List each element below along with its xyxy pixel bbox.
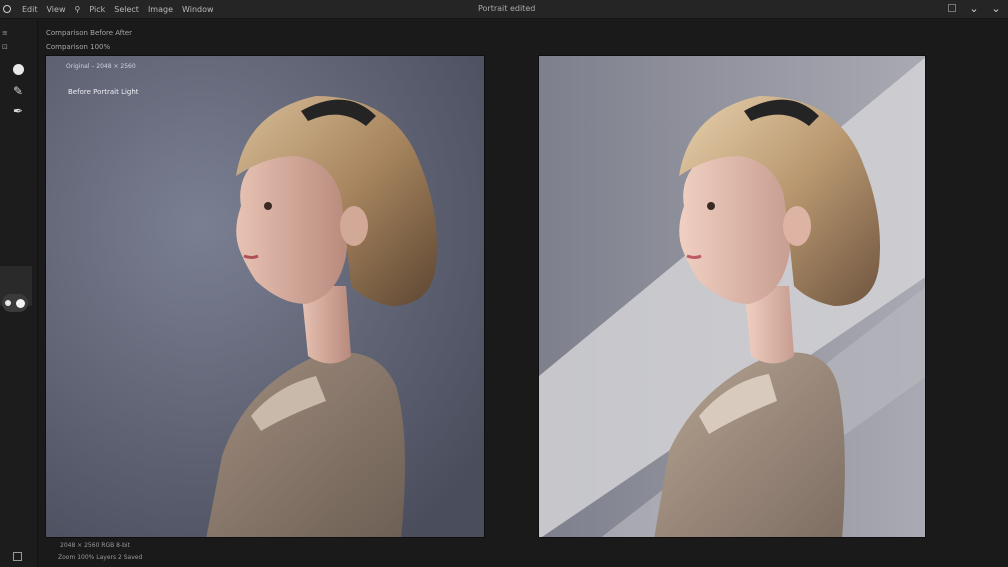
toggle-dot-icon (5, 300, 11, 306)
circle-brush-icon (12, 63, 24, 75)
brush-tool-button[interactable] (5, 60, 31, 78)
portrait-before-image: Original – 2048 × 2560 Before Portrait L… (46, 56, 484, 537)
menu-item-edit[interactable]: Edit (22, 5, 38, 14)
canvas-before[interactable]: Original – 2048 × 2560 Before Portrait L… (45, 55, 485, 538)
pen-icon: ✎ (12, 84, 24, 98)
zoom-label[interactable]: Comparison 100% (46, 43, 110, 51)
toggle-knob-icon (16, 298, 25, 308)
before-overlay-meta: Original – 2048 × 2560 (66, 63, 136, 70)
square-icon[interactable] (946, 1, 958, 15)
mode-toggle[interactable] (2, 294, 28, 312)
app-logo-icon[interactable] (3, 5, 11, 13)
menu-item-window[interactable]: Window (182, 5, 214, 14)
search-icon[interactable]: ⚲ (74, 5, 80, 14)
menu-item-view[interactable]: View (47, 5, 66, 14)
breadcrumb: Comparison Before After (46, 29, 133, 37)
menu-list: Edit View ⚲ Pick Select Image Window (0, 5, 214, 14)
square-icon[interactable] (13, 552, 22, 561)
status-bar: Zoom 100% Layers 2 Saved (58, 554, 143, 561)
portrait-after-image (539, 56, 925, 537)
tool-rail: ≡ ⊡ ✎ ✒ (0, 20, 38, 567)
menu-item-image[interactable]: Image (148, 5, 173, 14)
dropper-icon: ✒ (12, 104, 24, 118)
dropper-tool-button[interactable]: ✒ (5, 102, 31, 120)
pen-tool-button[interactable]: ✎ (5, 82, 31, 100)
status-info: 2048 × 2560 RGB 8-bit (60, 542, 130, 549)
chevron-down-icon[interactable]: ⌄ (990, 1, 1002, 15)
chevron-down-icon[interactable]: ⌄ (968, 1, 980, 15)
canvas-after[interactable] (538, 55, 926, 538)
frame-icon[interactable]: ⊡ (2, 40, 8, 54)
menu-lines-icon[interactable]: ≡ (2, 26, 8, 40)
menu-item-select[interactable]: Select (114, 5, 139, 14)
before-overlay-title: Before Portrait Light (68, 88, 139, 96)
window-controls: ⌄ ⌄ (946, 1, 1002, 15)
menu-item-pick[interactable]: Pick (89, 5, 105, 14)
document-title: Portrait edited (478, 4, 536, 13)
rail-labels: ≡ ⊡ (2, 26, 8, 54)
menu-bar: Edit View ⚲ Pick Select Image Window Por… (0, 0, 1008, 19)
